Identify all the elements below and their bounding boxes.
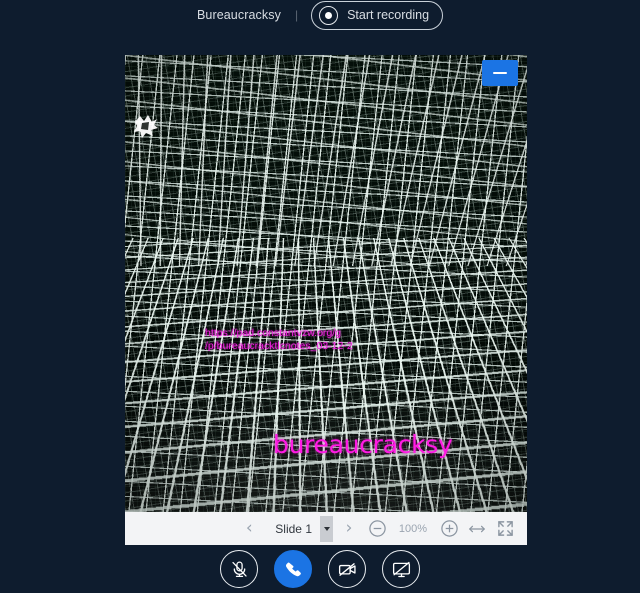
header-separator: | — [294, 8, 299, 22]
minus-circle-icon — [368, 520, 386, 537]
white-scribble-mark-icon — [132, 113, 160, 139]
chevron-right-icon: › — [345, 518, 353, 538]
phone-icon — [285, 562, 301, 576]
app-header: Bureaucracksy | Start recording — [0, 0, 640, 30]
slide-overlay-url-line2: /p/bureaucracktlcnotes_03-12-2 — [205, 339, 353, 352]
leave-audio-button[interactable] — [274, 550, 312, 588]
slide-overlay-url-line1: https://pad.constantvzw.org/g — [205, 327, 341, 339]
next-slide-button[interactable]: › — [335, 515, 363, 543]
fullscreen-button[interactable] — [491, 515, 519, 543]
microphone-muted-button[interactable] — [220, 550, 258, 588]
slide-select[interactable]: Slide 1 — [265, 515, 333, 542]
slide-overlay-url: https://pad.constantvzw.org/g /p/bureauc… — [205, 327, 353, 352]
zoom-in-button[interactable] — [435, 515, 463, 543]
plus-circle-icon — [440, 520, 458, 537]
screenshare-off-button[interactable] — [382, 550, 420, 588]
room-title: Bureaucracksy — [196, 8, 281, 22]
fit-to-width-button[interactable] — [463, 515, 491, 543]
previous-slide-button[interactable]: ‹ — [235, 515, 263, 543]
chevron-left-icon: ‹ — [245, 518, 253, 538]
video-slash-icon — [338, 562, 356, 576]
start-recording-button[interactable]: Start recording — [311, 0, 444, 30]
zoom-level-value: 100% — [398, 522, 428, 535]
presentation-stage: https://pad.constantvzw.org/g /p/bureauc… — [0, 30, 640, 545]
desktop-slash-icon — [392, 561, 410, 577]
presentation-toolbar: ‹ Slide 1 › 100% — [125, 512, 527, 545]
slide-minimize-button[interactable] — [482, 60, 518, 86]
record-dot-icon — [319, 5, 339, 25]
start-recording-label: Start recording — [347, 8, 430, 22]
slide-overlay-wordmark: bureaucracksy — [273, 430, 453, 459]
arrows-horizontal-icon — [469, 525, 485, 532]
presentation-container: https://pad.constantvzw.org/g /p/bureauc… — [125, 55, 527, 545]
slide-select-value: Slide 1 — [275, 521, 312, 536]
slide-canvas[interactable]: https://pad.constantvzw.org/g /p/bureauc… — [125, 55, 527, 512]
expand-icon — [497, 521, 513, 536]
call-controls-bar — [0, 545, 640, 593]
zoom-out-button[interactable] — [363, 515, 391, 543]
chevron-down-icon[interactable] — [320, 515, 333, 542]
minus-icon — [493, 71, 507, 75]
microphone-slash-icon — [231, 561, 247, 577]
camera-off-button[interactable] — [328, 550, 366, 588]
